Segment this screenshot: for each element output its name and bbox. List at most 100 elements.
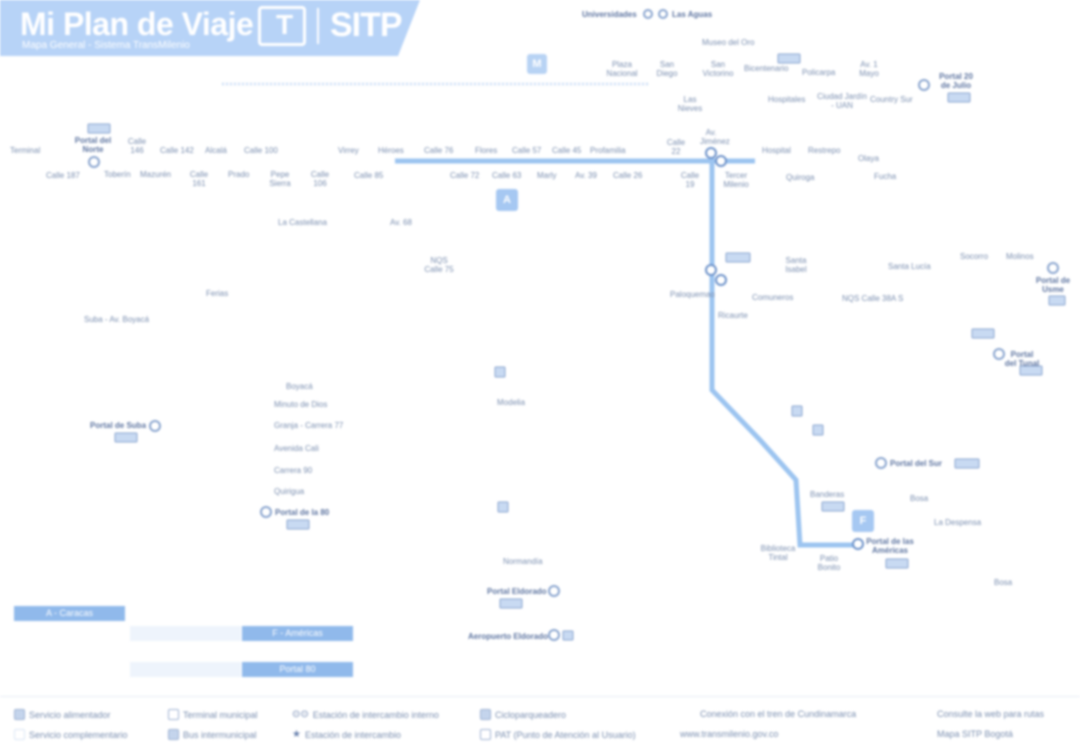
station-marker[interactable] — [705, 264, 717, 276]
station-label[interactable]: Profamilia — [590, 146, 626, 155]
station-label[interactable]: La Castellana — [278, 218, 327, 227]
station-label[interactable]: Calle 22 — [666, 138, 686, 156]
station-marker[interactable] — [548, 629, 560, 641]
station-label[interactable]: Mazurén — [140, 170, 171, 179]
station-label[interactable]: Normandía — [503, 557, 543, 566]
station-label[interactable]: Marly — [537, 171, 557, 180]
station-label[interactable]: Boyacá — [286, 382, 313, 391]
station-label[interactable]: Portal de Usme — [1034, 276, 1072, 294]
station-label[interactable]: Bosa — [994, 578, 1012, 587]
station-label[interactable]: Tercer Milenio — [720, 171, 752, 189]
station-label[interactable]: Ricaurte — [718, 311, 748, 320]
station-label[interactable]: Comuneros — [752, 293, 793, 302]
station-label[interactable]: Las Aguas — [672, 10, 712, 19]
station-label[interactable]: Museo del Oro — [702, 38, 754, 47]
station-label[interactable]: Biblioteca Tintal — [760, 544, 796, 562]
station-label[interactable]: Santa Lucía — [888, 262, 931, 271]
station-marker[interactable] — [1047, 262, 1059, 274]
line-bar-portal[interactable]: Portal 80 — [242, 662, 353, 677]
station-label[interactable]: Hospital — [762, 146, 791, 155]
station-label[interactable]: Restrepo — [808, 146, 840, 155]
station-label[interactable]: Suba - Av. Boyacá — [84, 315, 149, 324]
line-tag-m[interactable]: M — [527, 54, 547, 74]
station-label[interactable]: Portal de Suba — [90, 421, 146, 430]
station-marker[interactable] — [705, 147, 717, 159]
station-label[interactable]: Modelia — [497, 398, 525, 407]
station-marker[interactable] — [260, 506, 272, 518]
line-bar-a[interactable]: A - Caracas — [14, 606, 125, 621]
station-label[interactable]: Socorro — [960, 252, 988, 261]
station-marker[interactable] — [149, 420, 161, 432]
station-label[interactable]: Av. Jiménez — [700, 128, 730, 146]
station-label[interactable]: NQS Calle 75 — [424, 256, 454, 274]
station-label[interactable]: Prado — [228, 170, 249, 179]
station-label[interactable]: Calle 26 — [613, 171, 642, 180]
station-label[interactable]: Portal 20 de Julio — [936, 72, 976, 90]
station-label[interactable]: Av. 68 — [390, 218, 412, 227]
station-label[interactable]: Minuto de Dios — [274, 400, 327, 409]
station-label[interactable]: San Diego — [655, 60, 679, 78]
station-label[interactable]: Calle 161 — [188, 170, 210, 188]
station-label[interactable]: Flores — [475, 146, 497, 155]
station-label[interactable]: Portal del Tunal — [1004, 350, 1040, 368]
station-marker[interactable] — [852, 538, 864, 550]
station-label[interactable]: Granja - Carrera 77 — [274, 421, 343, 430]
station-label[interactable]: Toberín — [104, 170, 131, 179]
station-label[interactable]: Calle 142 — [160, 146, 194, 155]
station-label[interactable]: Calle 100 — [244, 146, 278, 155]
station-marker[interactable] — [715, 155, 727, 167]
station-label[interactable]: Terminal — [10, 146, 40, 155]
station-label[interactable]: Calle 146 — [122, 137, 152, 155]
station-label[interactable]: Molinos — [1006, 252, 1034, 261]
station-marker[interactable] — [88, 156, 100, 168]
station-label[interactable]: Av. 39 — [575, 171, 597, 180]
station-label[interactable]: Universidades — [582, 10, 637, 19]
station-label[interactable]: Ferias — [206, 289, 228, 298]
station-label[interactable]: Policarpa — [802, 68, 835, 77]
station-label[interactable]: Calle 63 — [492, 171, 521, 180]
station-label[interactable]: Hospitales — [768, 95, 805, 104]
station-label[interactable]: Portal de las Américas — [866, 537, 914, 555]
station-label[interactable]: Portal del Norte — [74, 136, 112, 154]
station-label[interactable]: Calle 76 — [424, 146, 453, 155]
station-marker[interactable] — [548, 585, 560, 597]
station-label[interactable]: Quirigua — [274, 487, 304, 496]
station-label[interactable]: Calle 106 — [310, 170, 330, 188]
station-label[interactable]: Las Nieves — [676, 95, 704, 113]
station-label[interactable]: La Despensa — [934, 518, 981, 527]
station-label[interactable]: Alcalá — [205, 146, 227, 155]
station-label[interactable]: San Victorino — [700, 60, 736, 78]
station-label[interactable]: Banderas — [810, 490, 844, 499]
station-label[interactable]: NQS Calle 38A S — [842, 294, 903, 303]
station-label[interactable]: Calle 85 — [354, 171, 383, 180]
station-label[interactable]: Patio Bonito — [816, 554, 842, 572]
station-label[interactable]: Héroes — [378, 146, 404, 155]
website-link[interactable]: www.transmilenio.gov.co — [680, 729, 778, 739]
station-label[interactable]: Fucha — [874, 172, 896, 181]
station-marker[interactable] — [875, 457, 887, 469]
station-label[interactable]: Pepe Sierra — [268, 170, 292, 188]
station-marker[interactable] — [918, 79, 930, 91]
line-tag-a[interactable]: A — [496, 189, 518, 211]
station-marker[interactable] — [715, 274, 727, 286]
station-label[interactable]: Portal del Sur — [890, 459, 942, 468]
station-label[interactable]: Calle 57 — [512, 146, 541, 155]
station-label[interactable]: Portal Eldorado — [487, 587, 547, 596]
station-label[interactable]: Calle 45 — [552, 146, 581, 155]
line-bar-f[interactable]: F - Américas — [242, 626, 353, 641]
station-label[interactable]: Carrera 90 — [274, 466, 312, 475]
station-label[interactable]: Quiroga — [786, 173, 814, 182]
station-label[interactable]: Ciudad Jardín - UAN — [816, 92, 868, 110]
station-label[interactable]: Calle 187 — [46, 171, 80, 180]
station-label[interactable]: Calle 19 — [680, 171, 700, 189]
station-label[interactable]: Aeropuerto Eldorado — [468, 632, 548, 641]
station-label[interactable]: Santa Isabel — [782, 256, 810, 274]
station-label[interactable]: Olaya — [858, 154, 879, 163]
station-label[interactable]: Virrey — [338, 146, 359, 155]
station-label[interactable]: Bosa — [910, 494, 928, 503]
station-label[interactable]: Plaza Nacional — [604, 60, 640, 78]
station-label[interactable]: Av. 1 Mayo — [858, 60, 880, 78]
station-label[interactable]: Calle 72 — [450, 171, 479, 180]
station-marker[interactable] — [993, 348, 1005, 360]
station-label[interactable]: Bicentenario — [744, 64, 788, 73]
